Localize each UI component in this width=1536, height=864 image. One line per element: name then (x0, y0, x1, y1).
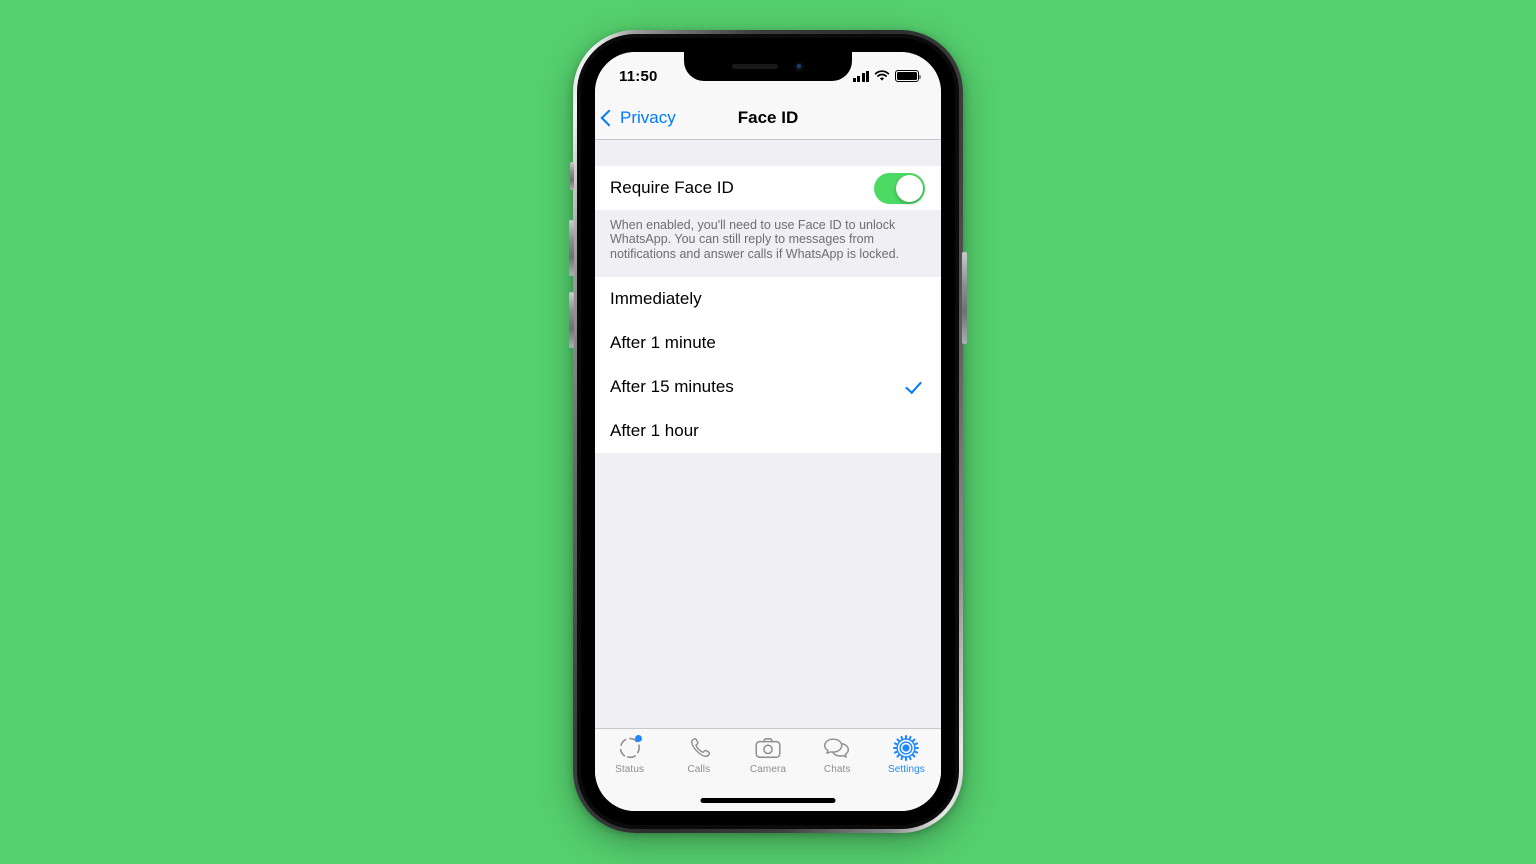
phone-device: 11:50 Privacy Face ID Require Face ID Wh… (569, 30, 967, 833)
notch (684, 52, 852, 81)
tab-bar: Status Calls Camera Chats Settings (595, 728, 941, 811)
camera-icon (753, 734, 783, 761)
tab-camera[interactable]: Camera (733, 734, 802, 775)
toggle-knob (896, 174, 923, 202)
option-row-after-1-hour[interactable]: After 1 hour (595, 409, 941, 454)
require-face-id-footer: When enabled, you'll need to use Face ID… (595, 210, 941, 278)
gear-icon (891, 734, 921, 761)
silent-switch-button[interactable] (570, 162, 574, 190)
tab-settings[interactable]: Settings (872, 734, 941, 775)
option-row-after-1-minute[interactable]: After 1 minute (595, 321, 941, 366)
section-gap-top (595, 140, 941, 166)
option-row-immediately[interactable]: Immediately (595, 277, 941, 322)
status-bar-icons (852, 66, 922, 82)
status-ring-icon (615, 734, 645, 761)
phone-screen: 11:50 Privacy Face ID Require Face ID Wh… (595, 52, 941, 811)
tab-label: Camera (749, 764, 787, 775)
chevron-left-icon (600, 109, 618, 126)
option-label: After 1 hour (610, 421, 699, 441)
settings-content: Require Face ID When enabled, you'll nee… (595, 140, 941, 728)
tab-label: Status (615, 764, 645, 775)
checkmark-icon (905, 376, 922, 394)
navigation-bar: Privacy Face ID (595, 96, 941, 140)
back-button-label: Privacy (620, 107, 676, 127)
cellular-signal-icon (852, 70, 869, 82)
option-label: After 1 minute (610, 333, 716, 353)
tab-label: Chats (823, 764, 851, 775)
tab-label: Calls (687, 764, 711, 775)
front-camera-icon (794, 61, 804, 72)
volume-up-button[interactable] (569, 220, 574, 276)
status-badge-dot (634, 735, 642, 742)
option-label: Immediately (610, 289, 702, 309)
option-row-after-15-minutes[interactable]: After 15 minutes (595, 365, 941, 410)
require-face-id-row[interactable]: Require Face ID (595, 166, 941, 210)
power-button[interactable] (962, 252, 967, 344)
tab-calls[interactable]: Calls (664, 734, 733, 775)
wifi-icon (874, 70, 890, 81)
option-label: After 15 minutes (610, 377, 734, 397)
volume-down-button[interactable] (569, 292, 574, 348)
home-indicator[interactable] (700, 798, 836, 803)
back-button[interactable]: Privacy (595, 108, 676, 128)
tab-chats[interactable]: Chats (803, 734, 872, 775)
battery-icon (895, 70, 922, 82)
earpiece-speaker-icon (732, 64, 778, 69)
status-bar-time: 11:50 (619, 67, 658, 85)
tab-status[interactable]: Status (595, 734, 664, 775)
phone-icon (684, 734, 714, 761)
require-face-id-label: Require Face ID (610, 178, 734, 197)
require-face-id-toggle[interactable] (874, 172, 925, 204)
tab-label: Settings (887, 764, 925, 775)
chat-bubbles-icon (822, 734, 852, 761)
